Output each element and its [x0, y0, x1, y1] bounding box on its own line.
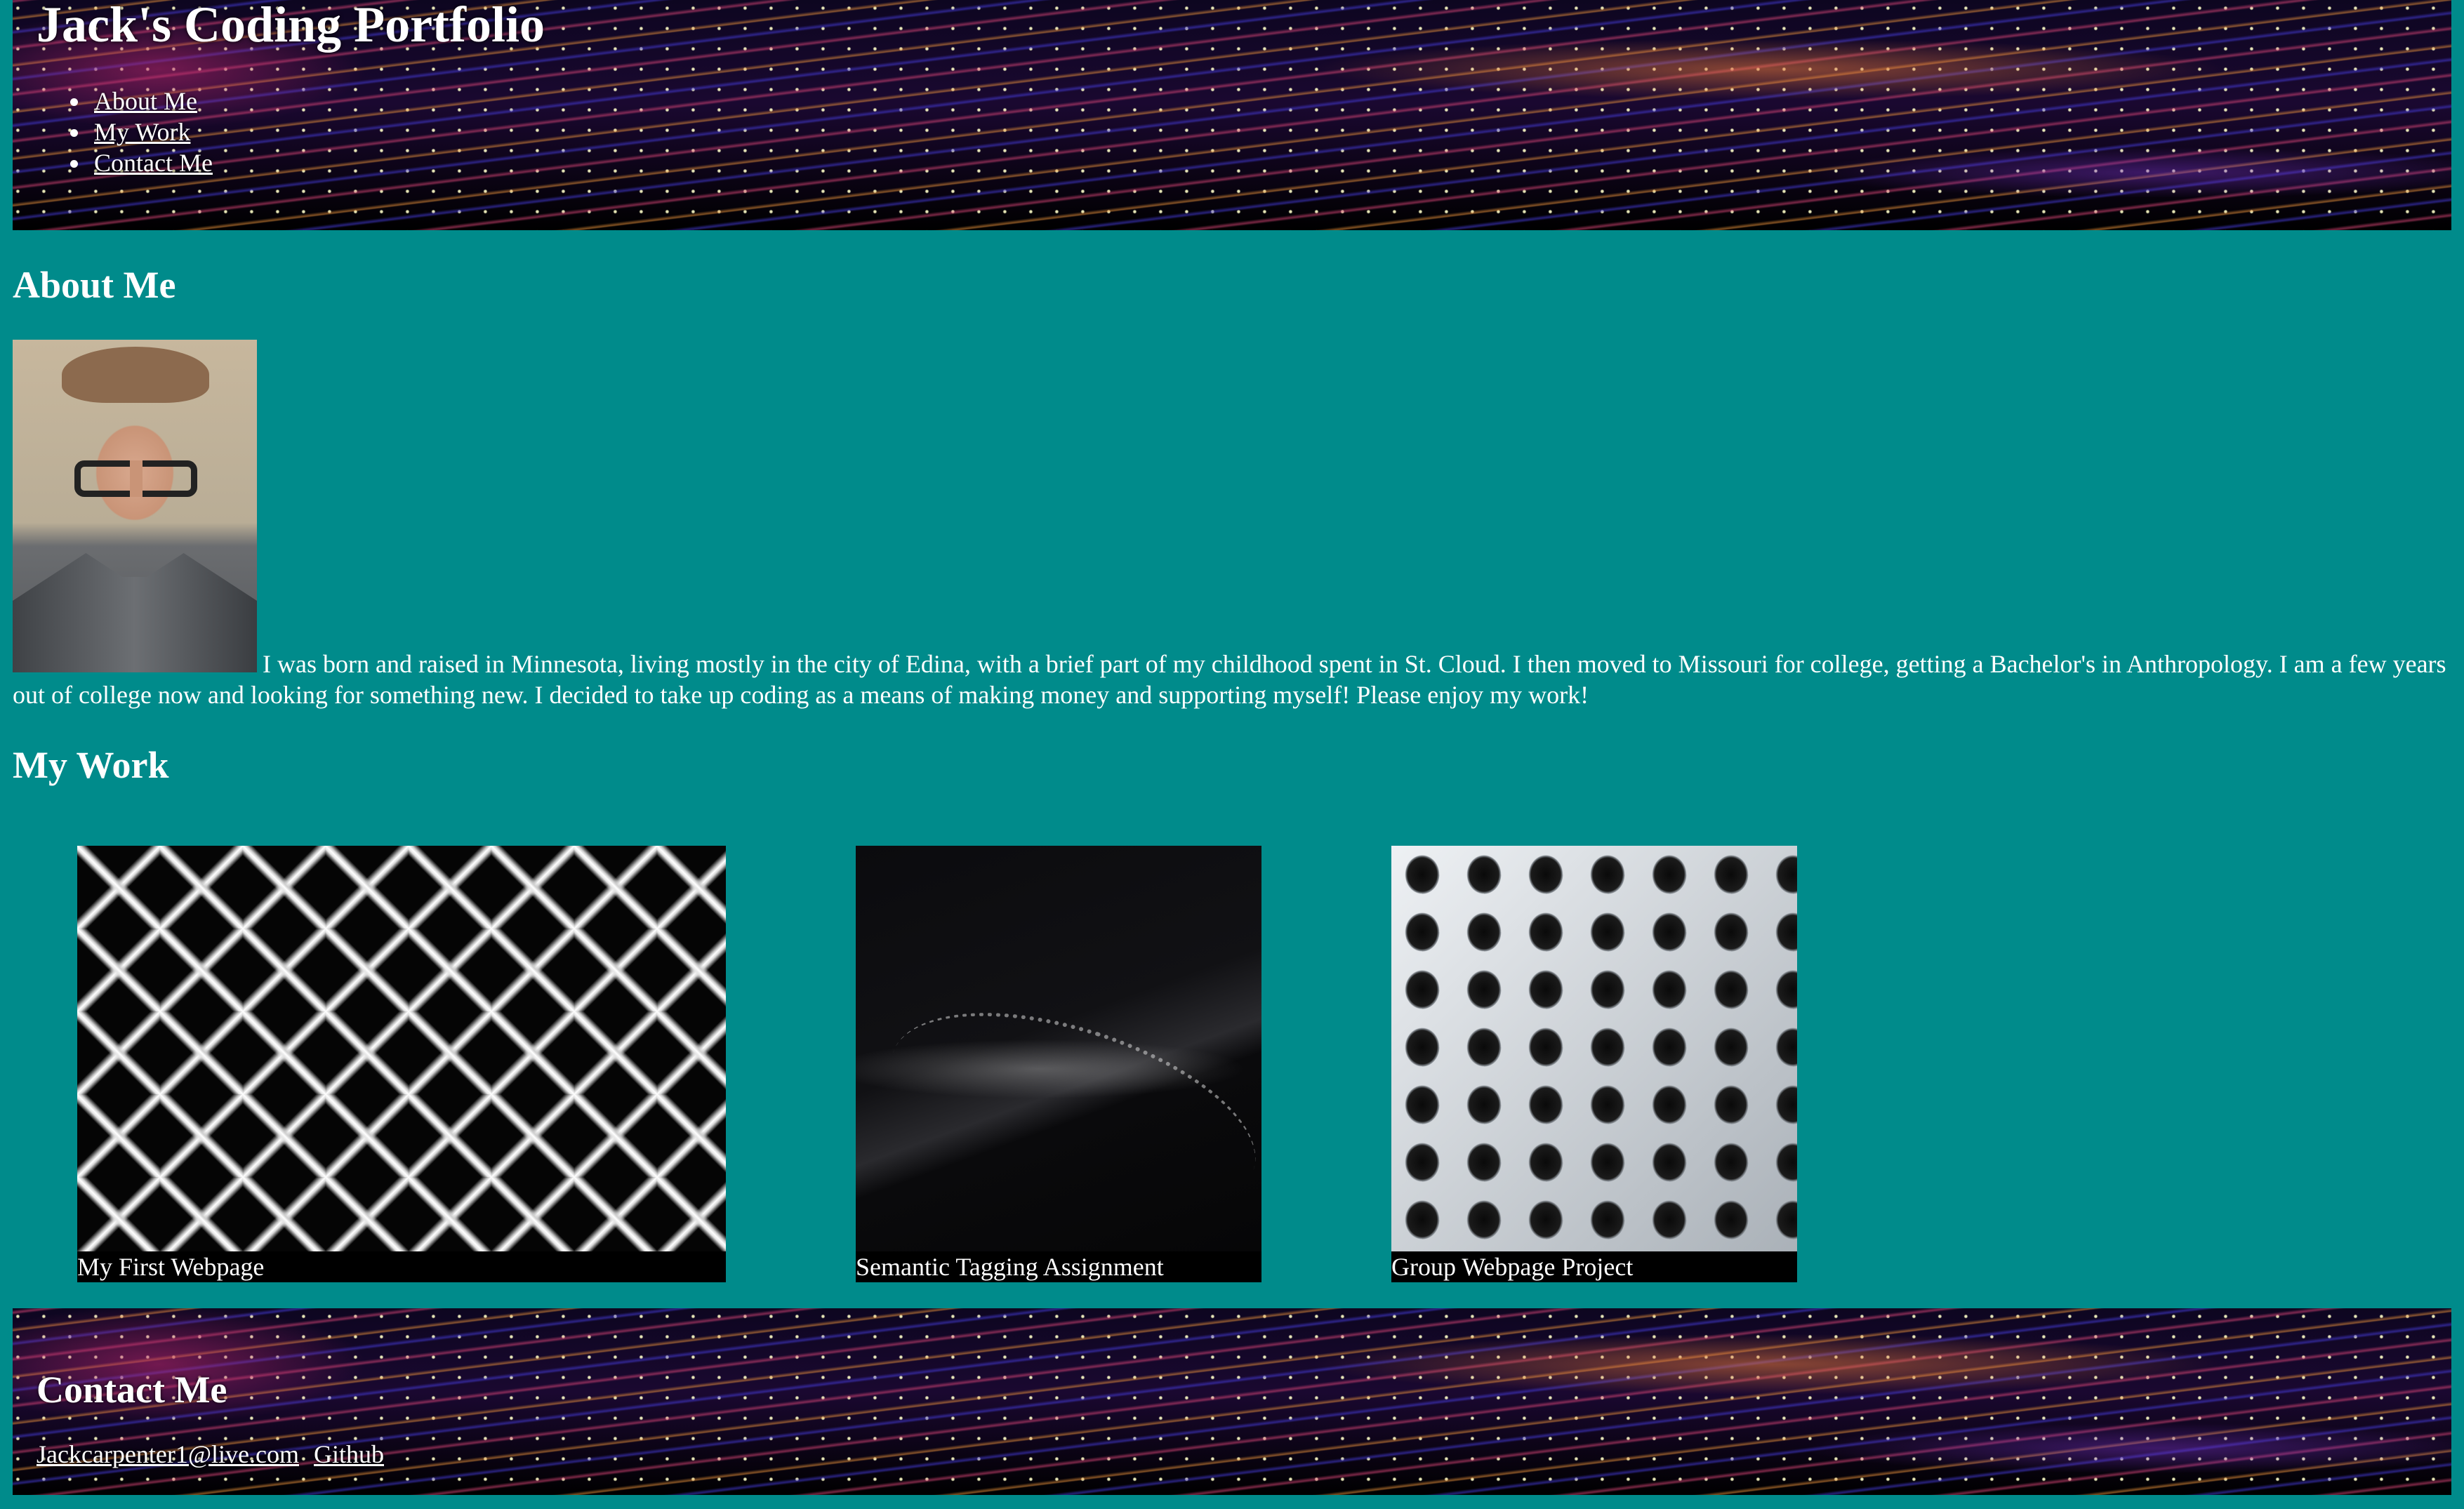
contact-heading: Contact Me [37, 1369, 227, 1411]
about-paragraph: I was born and raised in Minnesota, livi… [13, 340, 2451, 710]
photo-glasses [74, 460, 197, 497]
nav-item-work: My Work [90, 117, 213, 147]
project-thumbnail-cell-lattice [1391, 846, 1797, 1251]
github-link[interactable]: Github [314, 1440, 384, 1468]
nav-item-about: About Me [90, 86, 213, 117]
project-card-semantic-tagging[interactable]: Semantic Tagging Assignment [856, 846, 1261, 1282]
nav-link-contact[interactable]: Contact Me [94, 149, 213, 177]
project-caption: Group Webpage Project [1391, 1253, 1634, 1281]
nav-list: About Me My Work Contact Me [90, 86, 213, 178]
photo-jacket [13, 553, 257, 672]
project-caption: My First Webpage [77, 1253, 265, 1281]
profile-photo [13, 340, 257, 672]
work-heading: My Work [13, 744, 169, 786]
project-thumbnail-diamond-pattern [77, 846, 726, 1251]
photo-hair [62, 347, 209, 403]
site-footer: Contact Me Jackcarpenter1@live.com Githu… [13, 1308, 2451, 1495]
nav-link-about[interactable]: About Me [94, 87, 197, 115]
project-caption: Semantic Tagging Assignment [856, 1253, 1164, 1281]
nav-item-contact: Contact Me [90, 147, 213, 178]
about-text: I was born and raised in Minnesota, livi… [13, 650, 2446, 709]
project-card-group-webpage[interactable]: Group Webpage Project [1391, 846, 1797, 1282]
site-header: Jack's Coding Portfolio About Me My Work… [13, 0, 2451, 230]
nav-link-work[interactable]: My Work [94, 118, 190, 146]
project-card-first-webpage[interactable]: My First Webpage [77, 846, 726, 1282]
site-title: Jack's Coding Portfolio [37, 0, 545, 53]
email-link[interactable]: Jackcarpenter1@live.com [37, 1440, 299, 1468]
about-heading: About Me [13, 264, 176, 306]
project-thumbnail-dark-abstract [856, 846, 1261, 1251]
contact-links: Jackcarpenter1@live.com Github [37, 1439, 392, 1470]
